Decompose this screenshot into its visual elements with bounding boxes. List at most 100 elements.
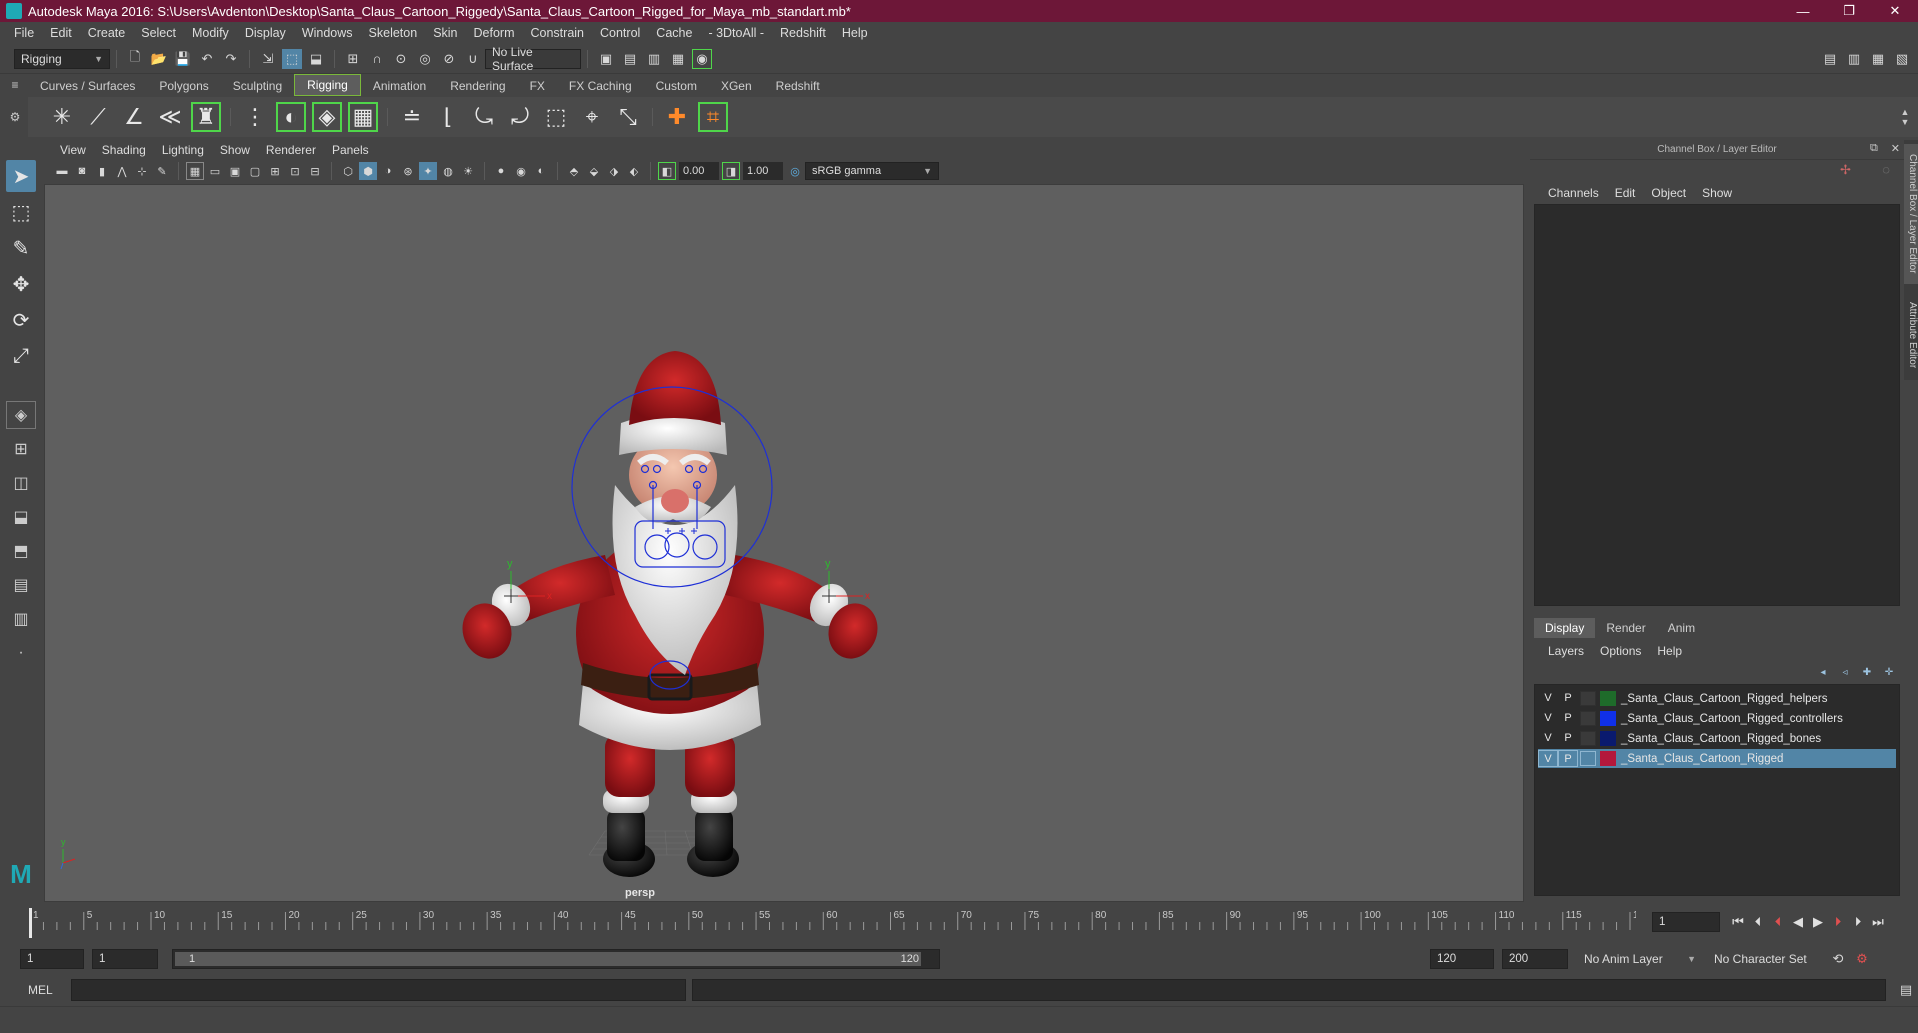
layer-color-swatch[interactable] (1600, 691, 1616, 706)
custom-layout-icon[interactable]: ▥ (6, 605, 36, 633)
resolution-gate-icon[interactable]: ▣ (226, 162, 244, 180)
anim-preferences-icon[interactable]: ⚙ (1852, 949, 1872, 969)
select-tool-icon[interactable]: ➤ (6, 160, 36, 192)
menu-constrain[interactable]: Constrain (523, 26, 593, 40)
menu-deform[interactable]: Deform (466, 26, 523, 40)
side-tab-attribute-editor[interactable]: Attribute Editor (1904, 290, 1918, 380)
image-plane-icon[interactable]: ⋀ (113, 162, 131, 180)
grease-pencil-icon[interactable]: ✎ (153, 162, 171, 180)
close-button[interactable]: ✕ (1872, 3, 1918, 19)
save-scene-icon[interactable]: 💾 (173, 49, 193, 69)
undo-icon[interactable]: ↶ (197, 49, 217, 69)
persp-hypershade-layout-icon[interactable]: ▤ (6, 571, 36, 599)
joint-tool-icon[interactable]: ✳ (47, 102, 77, 132)
santa-character-model[interactable] (455, 351, 885, 877)
ambient-occlusion-icon[interactable]: ☀ (459, 162, 477, 180)
tab-anim[interactable]: Anim (1657, 618, 1706, 638)
move-layer-up-icon[interactable]: ◂ (1814, 664, 1832, 680)
cb-menu-object[interactable]: Object (1643, 186, 1694, 200)
shelf-settings-icon[interactable]: ⚙ (6, 110, 24, 128)
new-layer-icon[interactable]: ✚ (1858, 664, 1876, 680)
grid-toggle-icon[interactable]: ▦ (186, 162, 204, 180)
float-panel-icon[interactable]: ⧉ (1870, 142, 1878, 158)
visibility-toggle[interactable]: V (1538, 750, 1558, 767)
le-menu-options[interactable]: Options (1592, 644, 1649, 658)
insert-joint-icon[interactable]: ⟋ (83, 102, 113, 132)
playback-toggle[interactable]: P (1558, 750, 1578, 767)
isolate-select-icon[interactable]: ⬘ (565, 162, 583, 180)
persp-graph-layout-icon[interactable]: ⬓ (6, 503, 36, 531)
visibility-toggle[interactable]: V (1538, 730, 1558, 747)
script-editor-icon[interactable]: ▤ (1896, 980, 1916, 1000)
shelf-tab-custom[interactable]: Custom (644, 76, 709, 96)
gamma-field[interactable]: 1.00 (743, 162, 783, 180)
speed-icon[interactable]: ◌ (1882, 162, 1890, 180)
cb-menu-show[interactable]: Show (1694, 186, 1740, 200)
pole-vector-icon[interactable]: ⤡ (613, 102, 643, 132)
cluster-icon[interactable]: ≐ (397, 102, 427, 132)
play-backwards-icon[interactable]: ◀ (1788, 912, 1808, 932)
step-forward-key-icon[interactable]: ⏵ (1828, 912, 1848, 932)
cb-menu-channels[interactable]: Channels (1540, 186, 1607, 200)
tool-settings-toggle-icon[interactable]: ▦ (1868, 49, 1888, 69)
select-object-icon[interactable]: ⬚ (282, 48, 302, 69)
step-forward-frame-icon[interactable]: ⏵ (1848, 912, 1868, 932)
field-chart-icon[interactable]: ⊞ (266, 162, 284, 180)
playback-end-field[interactable]: 120 (1430, 949, 1494, 969)
layer-row-bones[interactable]: V P _Santa_Claus_Cartoon_Rigged_bones (1538, 729, 1896, 748)
render-frame-icon[interactable]: ▤ (620, 49, 640, 69)
xray-joints-icon[interactable]: ⬖ (625, 162, 643, 180)
exposure-field[interactable]: 0.00 (679, 162, 719, 180)
snap-view-plane-icon[interactable]: ◎ (415, 49, 435, 69)
shelf-menu-icon[interactable]: ≡ (6, 78, 24, 96)
wireframe-icon[interactable]: ⬡ (339, 162, 357, 180)
perspective-viewport[interactable]: y y x x y persp (44, 184, 1524, 902)
command-language-label[interactable]: MEL (28, 983, 53, 997)
hik-character-icon[interactable]: ♜ (191, 102, 221, 132)
shelf-tab-xgen[interactable]: XGen (709, 76, 764, 96)
range-start-field[interactable]: 1 (20, 949, 84, 969)
shadows-icon[interactable]: ◍ (439, 162, 457, 180)
menu-3dtoall[interactable]: - 3DtoAll - (700, 26, 772, 40)
le-menu-help[interactable]: Help (1649, 644, 1690, 658)
visibility-toggle[interactable]: V (1538, 710, 1558, 727)
use-all-lights-icon[interactable]: ✦ (419, 162, 437, 180)
new-layer-selected-icon[interactable]: ✛ (1880, 664, 1898, 680)
select-camera-icon[interactable]: ▬ (53, 162, 71, 180)
shelf-tab-rendering[interactable]: Rendering (438, 76, 517, 96)
menu-create[interactable]: Create (80, 26, 134, 40)
magnet-icon[interactable]: ∪ (463, 49, 483, 69)
layer-row-helpers[interactable]: V P _Santa_Claus_Cartoon_Rigged_helpers (1538, 689, 1896, 708)
playback-toggle[interactable]: P (1558, 710, 1578, 727)
set-driven-key-icon[interactable]: ⌗ (698, 102, 728, 132)
display-type-toggle[interactable] (1580, 711, 1596, 726)
le-menu-layers[interactable]: Layers (1540, 644, 1592, 658)
xray-active-components-icon[interactable]: ⬗ (605, 162, 623, 180)
menu-skin[interactable]: Skin (425, 26, 465, 40)
parent-constraint-icon[interactable]: ⌖ (577, 102, 607, 132)
shelf-tab-polygons[interactable]: Polygons (147, 76, 220, 96)
menu-redshift[interactable]: Redshift (772, 26, 834, 40)
gamma-icon[interactable]: ◨ (722, 162, 740, 180)
menu-control[interactable]: Control (592, 26, 648, 40)
render-view-icon[interactable]: ▦ (668, 49, 688, 69)
layer-color-swatch[interactable] (1600, 751, 1616, 766)
rotate-tool-icon[interactable]: ⟳ (6, 304, 36, 336)
paint-weights-icon[interactable]: ◈ (312, 102, 342, 132)
exposure-icon[interactable]: ◧ (658, 162, 676, 180)
shelf-tab-fx[interactable]: FX (518, 76, 557, 96)
anti-aliasing-icon[interactable]: ◉ (512, 162, 530, 180)
visibility-toggle[interactable]: V (1538, 690, 1558, 707)
vp-menu-renderer[interactable]: Renderer (258, 143, 324, 157)
range-slider[interactable]: 1 120 (172, 949, 940, 969)
orient-joint-icon[interactable]: ⌊ (433, 102, 463, 132)
channel-list[interactable] (1534, 204, 1900, 606)
layer-row-controllers[interactable]: V P _Santa_Claus_Cartoon_Rigged_controll… (1538, 709, 1896, 728)
attribute-editor-toggle-icon[interactable]: ▥ (1844, 49, 1864, 69)
range-end-field[interactable]: 200 (1502, 949, 1568, 969)
display-type-toggle[interactable] (1580, 751, 1596, 766)
step-back-frame-icon[interactable]: ⏴ (1748, 912, 1768, 932)
single-perspective-layout-icon[interactable]: ◈ (6, 401, 36, 429)
manipulator-icon[interactable]: ✢ (1840, 162, 1851, 180)
layer-color-swatch[interactable] (1600, 711, 1616, 726)
